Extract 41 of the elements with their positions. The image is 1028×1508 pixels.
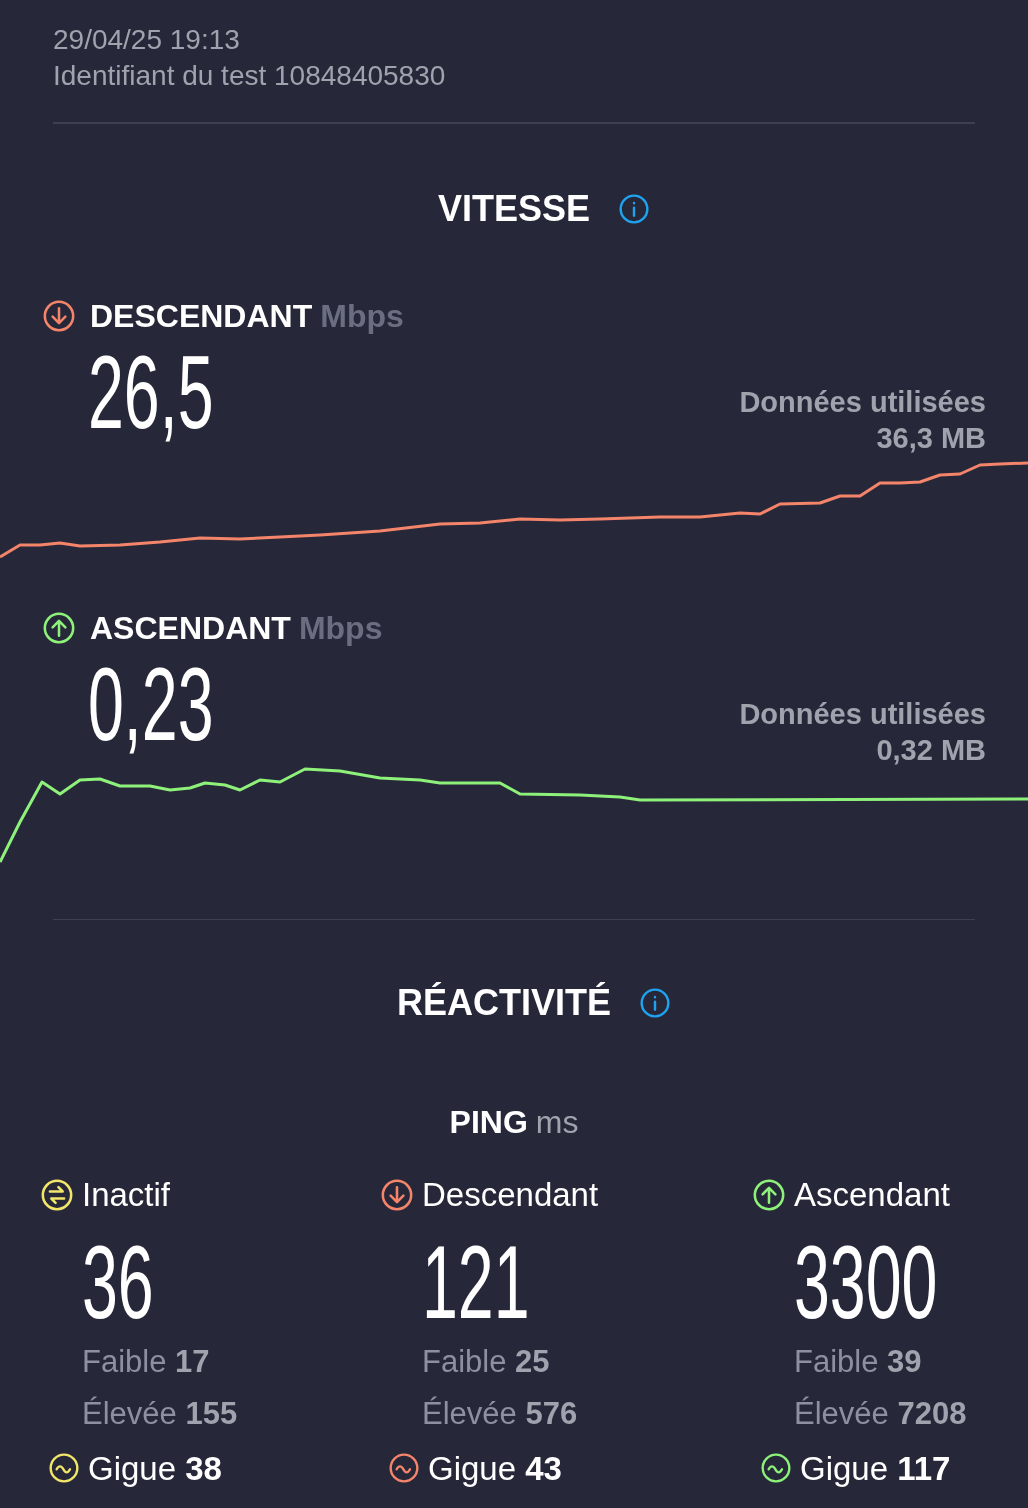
section-title: RÉACTIVITÉ xyxy=(397,981,611,1025)
section-title: VITESSE xyxy=(437,187,591,231)
low-value: Faible 25 xyxy=(422,1342,551,1381)
arrow-down-icon xyxy=(42,299,76,333)
data-used-label: Données utilisées xyxy=(739,385,986,420)
metric-label: ASCENDANT xyxy=(90,609,291,648)
data-used-value: 36,3 MB xyxy=(875,421,986,456)
speed-value: 26,5 xyxy=(88,340,214,444)
high-value: Élevée 155 xyxy=(82,1394,239,1433)
high-value: Élevée 7208 xyxy=(794,1394,968,1433)
data-used-value: 0,32 MB xyxy=(875,733,986,768)
wave-icon xyxy=(48,1452,80,1485)
arrow-down-icon xyxy=(380,1177,414,1212)
jitter-value: Gigue 38 xyxy=(88,1448,222,1489)
ping-value: 3300 xyxy=(794,1229,938,1334)
jitter-value: Gigue 117 xyxy=(800,1448,951,1489)
ping-value: 121 xyxy=(422,1229,530,1334)
wave-icon xyxy=(388,1452,420,1485)
test-id: Identifiant du test 10848405830 xyxy=(53,59,447,93)
metric-label: DESCENDANT xyxy=(90,297,313,336)
info-icon[interactable] xyxy=(639,987,671,1019)
low-value: Faible 17 xyxy=(82,1342,211,1381)
ping-value: 36 xyxy=(82,1229,154,1334)
wave-icon xyxy=(760,1452,792,1485)
ping-type-label: Descendant xyxy=(422,1175,599,1215)
unit-label: Mbps xyxy=(298,609,383,648)
unit-label: ms xyxy=(535,1103,579,1142)
arrow-up-icon xyxy=(752,1177,786,1212)
data-used-label: Données utilisées xyxy=(739,697,986,732)
info-icon[interactable] xyxy=(618,193,651,225)
unit-label: Mbps xyxy=(320,297,404,336)
ping-label: PING xyxy=(449,1103,528,1142)
ping-type-label: Ascendant xyxy=(794,1175,950,1215)
high-value: Élevée 576 xyxy=(422,1394,579,1433)
exchange-icon xyxy=(40,1177,74,1212)
speed-value: 0,23 xyxy=(88,652,214,756)
ping-type-label: Inactif xyxy=(82,1175,171,1215)
jitter-value: Gigue 43 xyxy=(428,1448,562,1489)
arrow-up-icon xyxy=(42,611,76,645)
test-date: 29/04/25 19:13 xyxy=(53,23,241,57)
low-value: Faible 39 xyxy=(794,1342,923,1381)
